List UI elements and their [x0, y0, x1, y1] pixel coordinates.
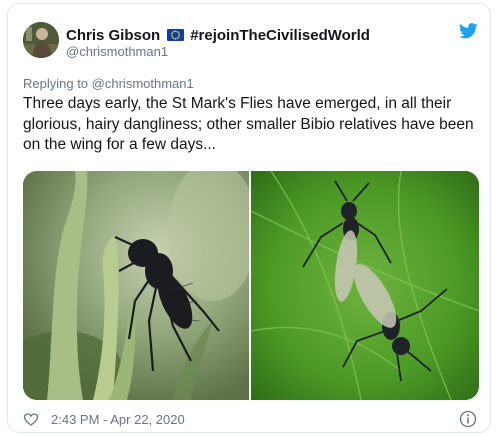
reply-prefix: Replying to	[23, 76, 89, 91]
author-hashtag: #rejoinTheCivilisedWorld	[190, 26, 370, 44]
photo-fly-on-stem[interactable]	[23, 171, 249, 400]
author-row: Chris Gibson #rejoinTheCivilisedWorld	[66, 24, 370, 46]
reply-to-handle[interactable]: @chrismothman1	[92, 76, 194, 91]
info-icon[interactable]	[459, 410, 477, 428]
tweet-footer: 2:43 PM - Apr 22, 2020	[23, 410, 185, 428]
photo-flies-on-leaf[interactable]	[251, 171, 479, 400]
eu-flag-icon	[167, 29, 185, 41]
reply-context: Replying to @chrismothman1	[23, 76, 194, 91]
avatar[interactable]	[23, 22, 59, 58]
heart-icon[interactable]	[23, 411, 39, 427]
author-handle[interactable]: @chrismothman1	[66, 44, 168, 59]
tweet-media[interactable]	[23, 171, 479, 400]
author-name[interactable]: Chris Gibson	[66, 27, 160, 44]
tweet-text: Three days early, the St Mark's Flies ha…	[23, 95, 474, 153]
twitter-bird-icon[interactable]	[459, 23, 478, 39]
tweet-timestamp[interactable]: 2:43 PM - Apr 22, 2020	[51, 412, 185, 427]
